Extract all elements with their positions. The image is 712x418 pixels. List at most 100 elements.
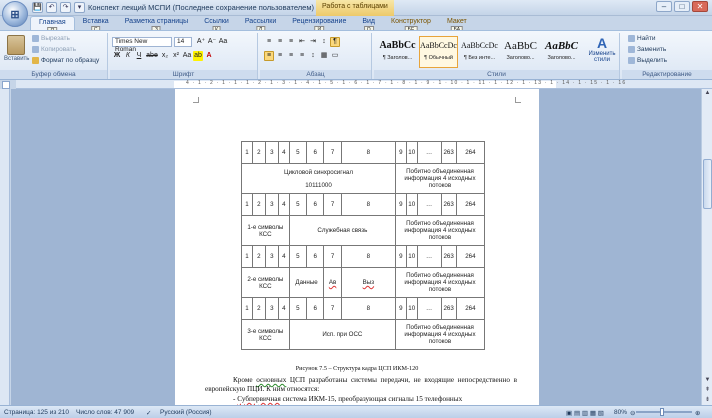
view-buttons[interactable]: ▣ ▤ ▥ ▦ ▧ xyxy=(566,409,604,417)
table-cell[interactable]: 1 xyxy=(241,141,253,164)
table-cell[interactable]: 6 xyxy=(306,141,325,164)
table-cell[interactable]: 8 xyxy=(340,141,396,164)
table-cell[interactable]: 6 xyxy=(306,297,325,320)
tab-design[interactable]: КонструкторБЕ xyxy=(383,16,439,34)
table-cell[interactable]: 3-е символы КСС xyxy=(241,319,290,350)
font-color-icon[interactable]: A xyxy=(204,51,214,61)
scroll-thumb[interactable] xyxy=(703,159,712,209)
frame-structure-table[interactable]: 1 2 3 4 5 6 7 8 9 10 … 263 264 Цикловой xyxy=(241,141,486,350)
office-button[interactable]: ⊞ xyxy=(2,1,28,27)
minimize-button[interactable]: – xyxy=(656,1,672,12)
table-cell[interactable]: 263 xyxy=(440,297,457,320)
table-cell[interactable]: … xyxy=(416,141,442,164)
clear-format-icon[interactable]: Aa xyxy=(218,37,228,47)
tab-references[interactable]: СсылкиК xyxy=(196,16,237,34)
table-cell[interactable]: 4 xyxy=(277,245,290,268)
save-icon[interactable]: 💾 xyxy=(32,2,43,13)
decrease-indent-icon[interactable]: ⇤ xyxy=(297,37,307,47)
table-cell[interactable]: Служебная связь xyxy=(288,215,396,246)
change-styles-button[interactable]: A Изменить стили xyxy=(586,35,618,63)
font-name-combo[interactable]: Times New Roman xyxy=(112,37,172,53)
align-left-icon[interactable]: ≡ xyxy=(264,51,274,61)
grow-font-icon[interactable]: A⁺ xyxy=(196,37,206,47)
table-cell[interactable]: Исп. при ОСС xyxy=(288,319,396,350)
tab-page-layout[interactable]: Разметка страницыЗ xyxy=(117,16,197,34)
table-cell[interactable]: … xyxy=(416,193,442,216)
shrink-font-icon[interactable]: A⁻ xyxy=(207,37,217,47)
borders-icon[interactable]: ▭ xyxy=(330,51,340,61)
underline-icon[interactable]: Ч xyxy=(134,51,144,61)
table-cell[interactable]: 10 xyxy=(405,193,418,216)
cut-button[interactable]: Вырезать xyxy=(32,35,70,42)
change-case-icon[interactable]: Aa xyxy=(182,51,192,61)
justify-icon[interactable]: ≡ xyxy=(297,51,307,61)
table-cell[interactable]: 7 xyxy=(323,245,342,268)
table-cell[interactable]: 7 xyxy=(323,141,342,164)
table-cell[interactable]: Цикловой синхросигнал 10111000 xyxy=(241,163,396,194)
table-cell[interactable]: 8 xyxy=(340,193,396,216)
table-cell[interactable]: 4 xyxy=(277,297,290,320)
bold-icon[interactable]: Ж xyxy=(112,51,122,61)
multilevel-list-icon[interactable]: ≡ xyxy=(286,37,296,47)
customize-qat-icon[interactable]: ▾ xyxy=(74,2,85,13)
style-normal[interactable]: AaBbCcDc ¶ Обычный xyxy=(419,36,458,68)
table-cell[interactable]: 2 xyxy=(251,193,266,216)
table-cell[interactable]: Побитно объединенная информация 4 исходн… xyxy=(394,319,486,350)
tab-home[interactable]: ГлавнаяЯ xyxy=(30,16,75,35)
table-cell[interactable]: 5 xyxy=(288,141,308,164)
tab-selector[interactable] xyxy=(2,81,10,89)
table-cell[interactable]: 1 xyxy=(241,245,253,268)
language-indicator[interactable]: Русский (Россия) xyxy=(160,409,212,416)
table-cell[interactable]: 4 xyxy=(277,193,290,216)
format-painter-button[interactable]: Формат по образцу xyxy=(32,57,99,64)
align-center-icon[interactable]: ≡ xyxy=(275,51,285,61)
spelling-status-icon[interactable]: ✓ xyxy=(146,409,151,417)
table-cell[interactable]: 2 xyxy=(251,141,266,164)
table-cell[interactable]: 7 xyxy=(323,297,342,320)
sort-icon[interactable]: ↕ xyxy=(319,37,329,47)
table-cell[interactable]: Ав xyxy=(323,267,342,298)
tab-insert[interactable]: ВставкаС xyxy=(75,16,117,34)
increase-indent-icon[interactable]: ⇥ xyxy=(308,37,318,47)
table-cell[interactable]: 3 xyxy=(264,141,279,164)
prev-page-icon[interactable]: ⇞ xyxy=(703,386,712,395)
table-cell[interactable]: 10 xyxy=(405,297,418,320)
table-cell[interactable]: 1-е символы КСС xyxy=(241,215,290,246)
zoom-slider[interactable] xyxy=(636,411,692,413)
line-spacing-icon[interactable]: ↕ xyxy=(308,51,318,61)
body-paragraph[interactable]: Кроме основных ЦСП разработаны системы п… xyxy=(205,376,517,394)
style-heading-1[interactable]: AaBbC Заголово... xyxy=(501,36,540,68)
table-cell[interactable]: 5 xyxy=(288,245,308,268)
zoom-slider-knob[interactable] xyxy=(660,408,664,416)
table-cell[interactable]: 2 xyxy=(251,245,266,268)
table-cell[interactable]: 263 xyxy=(440,245,457,268)
table-cell[interactable]: 3 xyxy=(264,193,279,216)
table-cell[interactable]: 4 xyxy=(277,141,290,164)
superscript-icon[interactable]: x² xyxy=(171,51,181,61)
undo-icon[interactable]: ↶ xyxy=(46,2,57,13)
shading-icon[interactable]: ▦ xyxy=(319,51,329,61)
table-cell[interactable]: 264 xyxy=(455,297,486,320)
paste-button[interactable]: Вставить xyxy=(4,35,29,69)
table-cell[interactable]: 3 xyxy=(264,245,279,268)
table-cell[interactable]: 1 xyxy=(241,297,253,320)
table-cell[interactable]: 6 xyxy=(306,245,325,268)
table-cell[interactable]: 263 xyxy=(440,141,457,164)
table-cell[interactable]: Побитно объединенная информация 4 исходн… xyxy=(394,215,486,246)
zoom-in-icon[interactable]: ⊕ xyxy=(695,409,700,417)
horizontal-ruler[interactable]: 4 · 1 · 2 · 1 · 1 · 1 · 2 · 1 · 3 · 1 · … xyxy=(16,80,712,89)
table-cell[interactable]: Побитно объединенная информация 4 исходн… xyxy=(394,267,486,298)
copy-button[interactable]: Копировать xyxy=(32,46,76,53)
tab-view[interactable]: ВидО xyxy=(354,16,383,34)
table-cell[interactable]: Выз xyxy=(340,267,396,298)
table-cell[interactable]: 3 xyxy=(264,297,279,320)
align-right-icon[interactable]: ≡ xyxy=(286,51,296,61)
subscript-icon[interactable]: x₂ xyxy=(160,51,170,61)
scroll-up-icon[interactable]: ▲ xyxy=(703,89,712,98)
table-cell[interactable]: 10 xyxy=(405,245,418,268)
table-cell[interactable]: 9 xyxy=(394,297,407,320)
style-heading[interactable]: AaBbCc ¶ Заголов... xyxy=(378,36,417,68)
style-no-spacing[interactable]: AaBbCcDc ¶ Без инте... xyxy=(460,36,499,68)
table-cell[interactable]: … xyxy=(416,297,442,320)
vertical-scrollbar[interactable]: ▲ ▼ ⇞ ⇟ xyxy=(701,89,712,405)
